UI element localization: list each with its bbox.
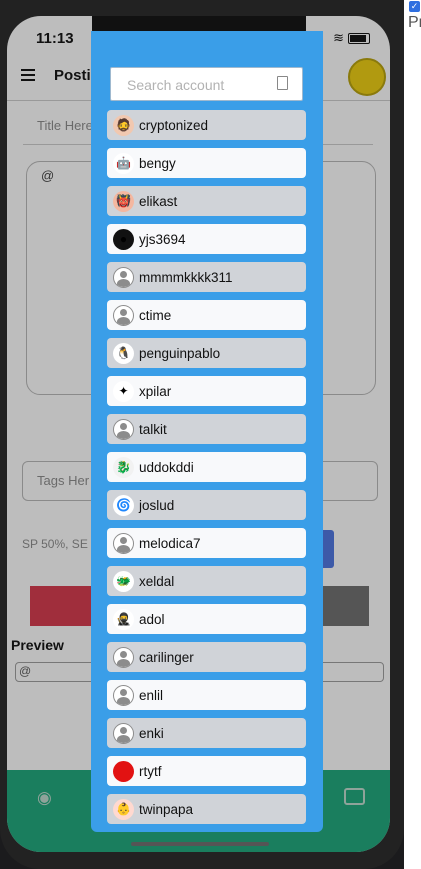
account-list: 🧔 cryptonized 🤖 bengy 👹 elikast ● yjs3694 mmmmkk…: [107, 110, 306, 832]
account-row[interactable]: rtytf: [107, 756, 306, 786]
default-avatar-icon: [113, 646, 134, 668]
body-prefix: @: [41, 168, 55, 183]
account-avatar: 👶: [113, 798, 134, 820]
wallet-icon[interactable]: [344, 788, 365, 805]
default-avatar-icon: [113, 532, 134, 554]
account-avatar: 🐉: [113, 456, 134, 478]
status-icons: ≋: [333, 30, 370, 46]
account-row[interactable]: enlil: [107, 680, 306, 710]
account-avatar: 🧔: [113, 114, 134, 136]
status-time: 11:13: [36, 30, 74, 47]
account-avatar: 🤖: [113, 152, 134, 174]
account-name: twinpapa: [139, 801, 194, 817]
account-picker-modal: 🧔 cryptonized 🤖 bengy 👹 elikast ● yjs3694 mmmmkk…: [91, 31, 323, 832]
search-box[interactable]: [110, 67, 303, 102]
account-name: enlil: [139, 687, 164, 703]
home-indicator: [131, 842, 269, 846]
account-row[interactable]: 🌀 joslud: [107, 490, 306, 520]
default-avatar-icon: [113, 266, 134, 288]
account-row[interactable]: 👹 elikast: [107, 186, 306, 216]
account-row[interactable]: mmmmkkkk311: [107, 262, 306, 292]
preview-label: Preview: [11, 637, 64, 653]
account-row[interactable]: melodica7: [107, 528, 306, 558]
tags-placeholder: Tags Her: [37, 473, 90, 488]
account-row[interactable]: 🐲 xeldal: [107, 566, 306, 596]
account-name: elikast: [139, 193, 178, 209]
account-name: ctime: [139, 307, 172, 323]
default-avatar-icon: [113, 684, 134, 706]
account-avatar: 👹: [113, 190, 134, 212]
clipboard-icon[interactable]: [277, 76, 288, 90]
account-name: xeldal: [139, 573, 175, 589]
account-name: joslud: [139, 497, 175, 513]
account-name: mmmmkkkk311: [139, 269, 233, 285]
search-input[interactable]: [125, 68, 279, 102]
preview-value: @: [19, 664, 32, 678]
wifi-icon: ≋: [333, 30, 344, 45]
reward-text: SP 50%, SE: [22, 537, 88, 551]
account-name: melodica7: [139, 535, 201, 551]
title-placeholder: Title Here: [37, 118, 93, 133]
account-name: rtytf: [139, 763, 162, 779]
account-name: yjs3694: [139, 231, 186, 247]
account-name: uddokddi: [139, 459, 194, 475]
account-row[interactable]: enki: [107, 718, 306, 748]
account-avatar: 🥷: [113, 608, 134, 630]
account-name: cryptonized: [139, 117, 209, 133]
account-row[interactable]: 🐉 uddokddi: [107, 452, 306, 482]
account-row[interactable]: ✦ xpilar: [107, 376, 306, 406]
cancel-button[interactable]: [30, 586, 98, 626]
submit-button[interactable]: [316, 586, 369, 626]
battery-icon: [348, 33, 370, 45]
account-row[interactable]: 🥷 adol: [107, 604, 306, 634]
account-name: adol: [139, 611, 165, 627]
default-avatar-icon: [113, 418, 134, 440]
account-name: xpilar: [139, 383, 172, 399]
phone-frame: 11:13 ≋ Posti Title Here @ Tags Her SP 5…: [0, 0, 404, 869]
account-avatar: 🐲: [113, 570, 134, 592]
menu-icon[interactable]: [21, 69, 35, 84]
feed-icon[interactable]: ◉: [37, 788, 52, 808]
account-row[interactable]: 👶 twinpapa: [107, 794, 306, 824]
account-row[interactable]: ctime: [107, 300, 306, 330]
account-name: penguinpablo: [139, 345, 221, 361]
default-avatar-icon: [113, 722, 134, 744]
account-name: talkit: [139, 421, 167, 437]
account-row[interactable]: 🤖 bengy: [107, 148, 306, 178]
account-avatar: 🌀: [113, 494, 134, 516]
checkbox-icon: ✓: [409, 1, 420, 12]
user-avatar[interactable]: [348, 58, 386, 96]
account-row[interactable]: talkit: [107, 414, 306, 444]
desktop-text-fragment: Pr: [408, 14, 421, 31]
desktop-background: ✓ Pr: [404, 0, 421, 869]
app-title: Posti: [54, 67, 91, 84]
account-name: carilinger: [139, 649, 194, 665]
default-avatar-icon: [113, 304, 134, 326]
account-avatar: 🐧: [113, 342, 134, 364]
account-name: enki: [139, 725, 164, 741]
account-avatar: ✦: [113, 380, 134, 402]
account-row[interactable]: 🐧 penguinpablo: [107, 338, 306, 368]
account-row[interactable]: ● yjs3694: [107, 224, 306, 254]
account-row[interactable]: carilinger: [107, 642, 306, 672]
account-name: bengy: [139, 155, 176, 171]
account-avatar: [113, 760, 134, 782]
account-avatar: ●: [113, 228, 134, 250]
account-row[interactable]: 🧔 cryptonized: [107, 110, 306, 140]
